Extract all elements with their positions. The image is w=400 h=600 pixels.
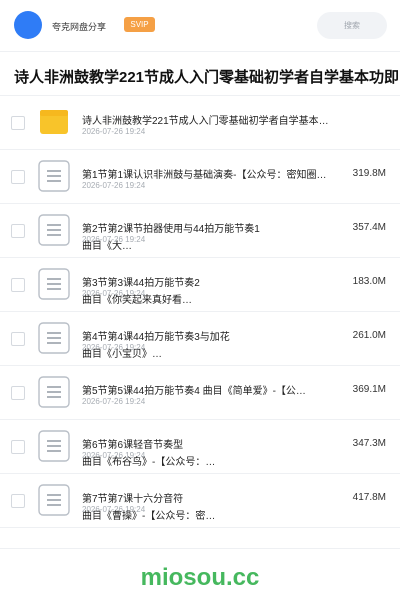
file-row[interactable]: 第2节第2课节拍器使用与44拍万能节奏1 2026-07-26 19:24 曲目《大… [0, 204, 400, 258]
page-title: 诗人非洲鼓教学221节成人入门零基础初学者自学基本功即 [14, 69, 400, 86]
row-checkbox[interactable] [11, 440, 25, 454]
file-name[interactable]: 第2节第2课节拍器使用与44拍万能节奏1 [82, 220, 352, 235]
file-name[interactable]: 第4节第4课44拍万能节奏3与加花 [82, 328, 352, 343]
row-checkbox[interactable] [11, 386, 25, 400]
file-name-line2[interactable]: 曲目《曹操》-【公众号：密… [82, 507, 322, 522]
watermark-text: miosou.cc [140, 564, 260, 591]
file-size: 347.3M [352, 438, 386, 449]
row-checkbox[interactable] [11, 278, 25, 292]
row-checkbox[interactable] [11, 224, 25, 238]
file-date: 2026-07-26 19:24 [82, 397, 146, 406]
row-checkbox[interactable] [11, 494, 25, 508]
row-checkbox[interactable] [11, 170, 25, 184]
file-row[interactable]: 第7节第7课十六分音符 2026-07-26 19:24 曲目《曹操》-【公众号：密… [0, 474, 400, 528]
owner-name: 夸克网盘分享 [52, 22, 107, 32]
folder-icon [38, 106, 70, 138]
file-size: 357.4M [352, 222, 386, 233]
file-row[interactable]: 第1节第1课认识非洲鼓与基础演奏-【公众号：密知圈… 2026-07-26 19:… [0, 150, 400, 204]
title-bar: 诗人非洲鼓教学221节成人入门零基础初学者自学基本功即 [0, 52, 400, 96]
file-name-line2[interactable]: 曲目《你笑起来真好看… [82, 291, 322, 306]
document-icon [38, 376, 70, 408]
file-name[interactable]: 第6节第6课轻音节奏型 [82, 436, 352, 451]
file-row[interactable]: 诗人非洲鼓教学221节成人入门零基础初学者自学基本… 2026-07-26 19:… [0, 96, 400, 150]
file-date: 2026-07-26 19:24 [82, 127, 146, 136]
file-name[interactable]: 第3节第3课44拍万能节奏2 [82, 274, 352, 289]
document-icon [38, 322, 70, 354]
file-row[interactable]: 第3节第3课44拍万能节奏2 2026-07-26 19:24 曲目《你笑起来真好看… [0, 258, 400, 312]
share-header: 夸克网盘分享 SVIP 搜索 [0, 0, 400, 52]
file-size: 319.8M [352, 168, 386, 179]
file-name[interactable]: 第1节第1课认识非洲鼓与基础演奏-【公众号：密知圈… [82, 166, 352, 181]
file-name[interactable]: 诗人非洲鼓教学221节成人入门零基础初学者自学基本… [82, 112, 352, 127]
footer: miosou.cc [0, 548, 400, 600]
document-icon [38, 214, 70, 246]
document-icon [38, 160, 70, 192]
file-size: 417.8M [352, 492, 386, 503]
file-size: 261.0M [352, 330, 386, 341]
file-name-line2[interactable]: 曲目《大… [82, 237, 322, 252]
document-icon [38, 430, 70, 462]
file-name[interactable]: 第5节第5课44拍万能节奏4 曲目《简单爱》-【公… [82, 382, 352, 397]
file-name-line2[interactable]: 曲目《小宝贝》… [82, 345, 322, 360]
avatar[interactable] [14, 11, 42, 39]
file-row[interactable]: 第4节第4课44拍万能节奏3与加花 2026-07-26 19:24 曲目《小宝贝》… [0, 312, 400, 366]
search-input[interactable]: 搜索 [317, 12, 387, 39]
file-row[interactable]: 第5节第5课44拍万能节奏4 曲目《简单爱》-【公… 2026-07-26 19:… [0, 366, 400, 420]
file-name-line2[interactable]: 曲目《布谷鸟》-【公众号：… [82, 453, 322, 468]
file-size: 183.0M [352, 276, 386, 287]
document-icon [38, 268, 70, 300]
document-icon [38, 484, 70, 516]
row-checkbox[interactable] [11, 116, 25, 130]
file-date: 2026-07-26 19:24 [82, 181, 146, 190]
row-checkbox[interactable] [11, 332, 25, 346]
share-page: 夸克网盘分享 SVIP 搜索 诗人非洲鼓教学221节成人入门零基础初学者自学基本… [0, 0, 400, 600]
vip-badge: SVIP [124, 17, 155, 32]
file-row[interactable]: 第6节第6课轻音节奏型 2026-07-26 19:24 曲目《布谷鸟》-【公众号：… [0, 420, 400, 474]
file-size: 369.1M [352, 384, 386, 395]
file-name[interactable]: 第7节第7课十六分音符 [82, 490, 352, 505]
